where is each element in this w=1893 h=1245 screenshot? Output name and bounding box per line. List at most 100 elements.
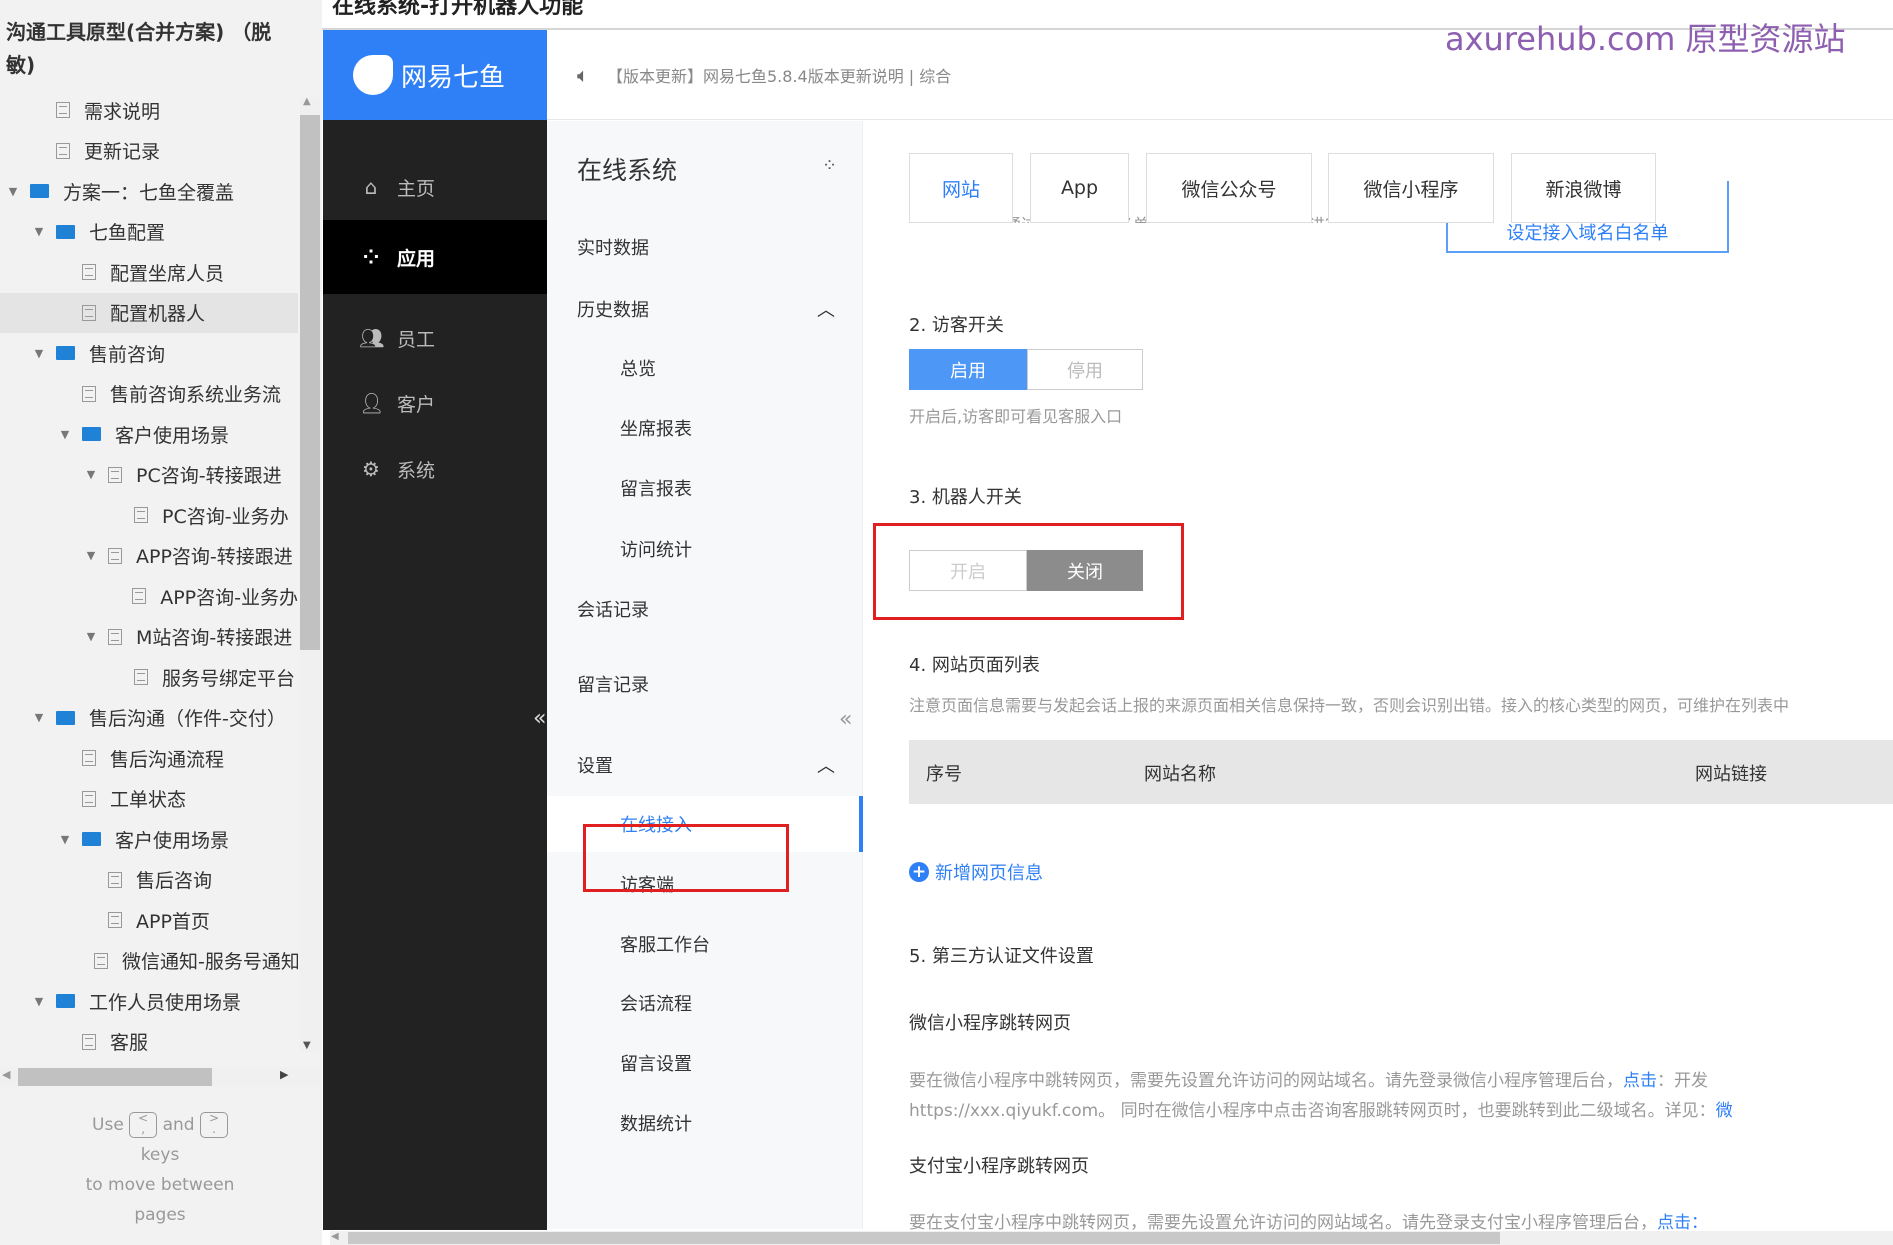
expand-arrow-icon[interactable]: ▼ bbox=[6, 185, 20, 198]
tree-item[interactable]: ▼ 客户使用场景 bbox=[0, 819, 298, 859]
expand-arrow-icon[interactable]: ▼ bbox=[32, 711, 46, 724]
staff-icon: 👥︎ bbox=[359, 326, 385, 350]
subnav-item[interactable]: 实时数据 bbox=[547, 219, 863, 275]
tree-item[interactable]: 需求说明 bbox=[0, 90, 298, 130]
tree-item-label: APP咨询-转接跟进 bbox=[136, 546, 293, 568]
tree-item[interactable]: 客服 bbox=[0, 1022, 298, 1062]
tree-item-label: 配置机器人 bbox=[110, 303, 206, 325]
nav-item-label: 员工 bbox=[397, 328, 436, 351]
horizontal-scroll-thumb[interactable] bbox=[18, 1068, 212, 1086]
expand-arrow-icon[interactable]: ▼ bbox=[58, 833, 72, 846]
expand-arrow-icon[interactable]: ▼ bbox=[84, 549, 98, 562]
subnav-item[interactable]: 留言记录 bbox=[547, 656, 863, 712]
subnav-item[interactable]: 历史数据 ︿ bbox=[547, 281, 863, 337]
wx-paragraph-2: https://xxx.qiyukf.com。 同时在微信小程序中点击咨询客服跳… bbox=[909, 1096, 1733, 1121]
tree-item[interactable]: ▼ M站咨询-转接跟进 bbox=[0, 617, 298, 657]
tree-item[interactable]: ▼ 工作人员使用场景 bbox=[0, 981, 298, 1021]
wx-click-link[interactable]: 点击 bbox=[1623, 1071, 1657, 1091]
subnav-item[interactable]: 总览 bbox=[547, 340, 863, 396]
subnav-item[interactable]: 留言报表 bbox=[547, 460, 863, 516]
wx-detail-link[interactable]: 微 bbox=[1716, 1101, 1733, 1121]
subnav-item[interactable]: 客服工作台 bbox=[547, 916, 863, 972]
tab[interactable]: 微信小程序 bbox=[1328, 153, 1494, 223]
subnav-item[interactable]: 留言设置 bbox=[547, 1035, 863, 1091]
subnav-item-label: 坐席报表 bbox=[620, 419, 692, 440]
tree-item-label: 配置坐席人员 bbox=[110, 262, 225, 285]
third-party-title: 5. 第三方认证文件设置 bbox=[909, 946, 1094, 967]
chevron-up-icon[interactable]: ︿ bbox=[817, 296, 835, 322]
folder-icon bbox=[56, 346, 75, 360]
page-icon bbox=[108, 628, 122, 645]
tree-item[interactable]: ▼ 七鱼配置 bbox=[0, 212, 298, 252]
tree-item[interactable]: 售后沟通流程 bbox=[0, 738, 298, 778]
subnav-item[interactable]: 设置 ︿ bbox=[547, 737, 863, 793]
scroll-down-icon[interactable]: ▼ bbox=[303, 1040, 311, 1051]
chevron-up-icon[interactable]: ︿ bbox=[817, 752, 835, 778]
tree-item[interactable]: ▼ 方案一：七鱼全覆盖 bbox=[0, 171, 298, 211]
tree-item[interactable]: 微信通知-服务号通知 bbox=[0, 941, 298, 981]
subnav-item[interactable]: 数据统计 bbox=[547, 1095, 863, 1151]
comma-key-icon: <, bbox=[129, 1112, 158, 1138]
nav-item[interactable]: ⌂ 主页 bbox=[323, 150, 547, 224]
collapse-nav-icon[interactable]: « bbox=[533, 706, 546, 731]
tree-item[interactable]: APP首页 bbox=[0, 900, 298, 940]
tree-item[interactable]: ▼ PC咨询-转接跟进 bbox=[0, 455, 298, 495]
tab[interactable]: App bbox=[1030, 153, 1129, 223]
scroll-right-icon[interactable]: ▶ bbox=[280, 1068, 288, 1081]
tree-item-label: M站咨询-转接跟进 bbox=[136, 627, 293, 649]
tree-item[interactable]: PC咨询-业务办 bbox=[0, 495, 298, 535]
tree-item-label: 售后沟通流程 bbox=[110, 748, 225, 771]
visitor-enable-button[interactable]: 启用 bbox=[909, 349, 1027, 390]
expand-arrow-icon[interactable]: ▼ bbox=[84, 468, 98, 481]
tree-item-label: PC咨询-业务办 bbox=[162, 505, 289, 528]
tree-item[interactable]: ▼ 售后沟通（作件-交付） bbox=[0, 698, 298, 738]
bottom-scroll-thumb[interactable] bbox=[348, 1232, 1500, 1244]
scroll-left-icon[interactable]: ◀ bbox=[331, 1231, 339, 1242]
nav-item[interactable]: ⚙ 系统 bbox=[323, 432, 547, 506]
visitor-disable-button[interactable]: 停用 bbox=[1027, 349, 1143, 390]
subnav-item[interactable]: 会话流程 bbox=[547, 975, 863, 1031]
expand-arrow-icon[interactable]: ▼ bbox=[32, 995, 46, 1008]
tree-item[interactable]: 配置机器人 bbox=[0, 292, 298, 333]
subnav-item-label: 设置 bbox=[577, 756, 613, 777]
tree-item[interactable]: 服务号绑定平台 bbox=[0, 657, 298, 697]
subnav-item-label: 会话记录 bbox=[577, 600, 649, 621]
expand-arrow-icon[interactable]: ▼ bbox=[84, 630, 98, 643]
expand-arrow-icon[interactable]: ▼ bbox=[32, 347, 46, 360]
tree-item[interactable]: ▼ 售前咨询 bbox=[0, 333, 298, 373]
grid-switch-icon[interactable]: ⁘ bbox=[822, 155, 837, 176]
page-tree-panel: 沟通工具原型(合并方案) （脱敏) 需求说明 更新记录 ▼ 方案一：七鱼全覆盖 ▼ 七鱼配… bbox=[0, 0, 322, 1245]
tree-item[interactable]: ▼ 客户使用场景 bbox=[0, 414, 298, 454]
tree-item[interactable]: 更新记录 bbox=[0, 131, 298, 171]
subnav-item[interactable]: 坐席报表 bbox=[547, 400, 863, 456]
scroll-up-icon[interactable]: ▲ bbox=[303, 96, 311, 107]
logo[interactable]: 网易七鱼 bbox=[323, 30, 547, 120]
tab[interactable]: 微信公众号 bbox=[1146, 153, 1312, 223]
expand-arrow-icon[interactable]: ▼ bbox=[32, 225, 46, 238]
alipay-click-link[interactable]: 点击： bbox=[1657, 1213, 1708, 1231]
subnav-item[interactable]: 会话记录 bbox=[547, 581, 863, 637]
vertical-scroll-thumb[interactable] bbox=[300, 115, 320, 650]
tree-item[interactable]: ▼ APP咨询-转接跟进 bbox=[0, 536, 298, 576]
wx-miniprogram-title: 微信小程序跳转网页 bbox=[909, 1013, 1071, 1034]
add-page-button[interactable]: + 新增网页信息 bbox=[909, 859, 1043, 885]
tab[interactable]: 新浪微博 bbox=[1511, 153, 1656, 223]
nav-item[interactable]: 👥︎ 员工 bbox=[323, 301, 547, 375]
tree-item[interactable]: 售后咨询 bbox=[0, 860, 298, 900]
subnav-item-label: 留言记录 bbox=[577, 675, 649, 696]
nav-item[interactable]: ⁘ 应用 bbox=[323, 220, 547, 294]
announcement-text[interactable]: 【版本更新】网易七鱼5.8.4版本更新说明 | 综合 bbox=[607, 63, 951, 87]
tree-item[interactable]: 售前咨询系统业务流 bbox=[0, 374, 298, 414]
subnav-item[interactable]: 访问统计 bbox=[547, 521, 863, 577]
tab[interactable]: 网站 bbox=[909, 153, 1013, 223]
tree-item[interactable]: APP咨询-业务办 bbox=[0, 576, 298, 616]
folder-icon bbox=[56, 994, 75, 1008]
tree-item-label: 更新记录 bbox=[84, 141, 161, 163]
scroll-left-icon[interactable]: ◀ bbox=[2, 1068, 10, 1081]
nav-item[interactable]: 👤︎ 客户 bbox=[323, 366, 547, 440]
expand-arrow-icon[interactable]: ▼ bbox=[58, 428, 72, 441]
hint-text: keys bbox=[140, 1145, 180, 1165]
tree-item[interactable]: 配置坐席人员 bbox=[0, 252, 298, 292]
collapse-subnav-icon[interactable]: « bbox=[839, 707, 852, 732]
tree-item[interactable]: 工单状态 bbox=[0, 779, 298, 819]
